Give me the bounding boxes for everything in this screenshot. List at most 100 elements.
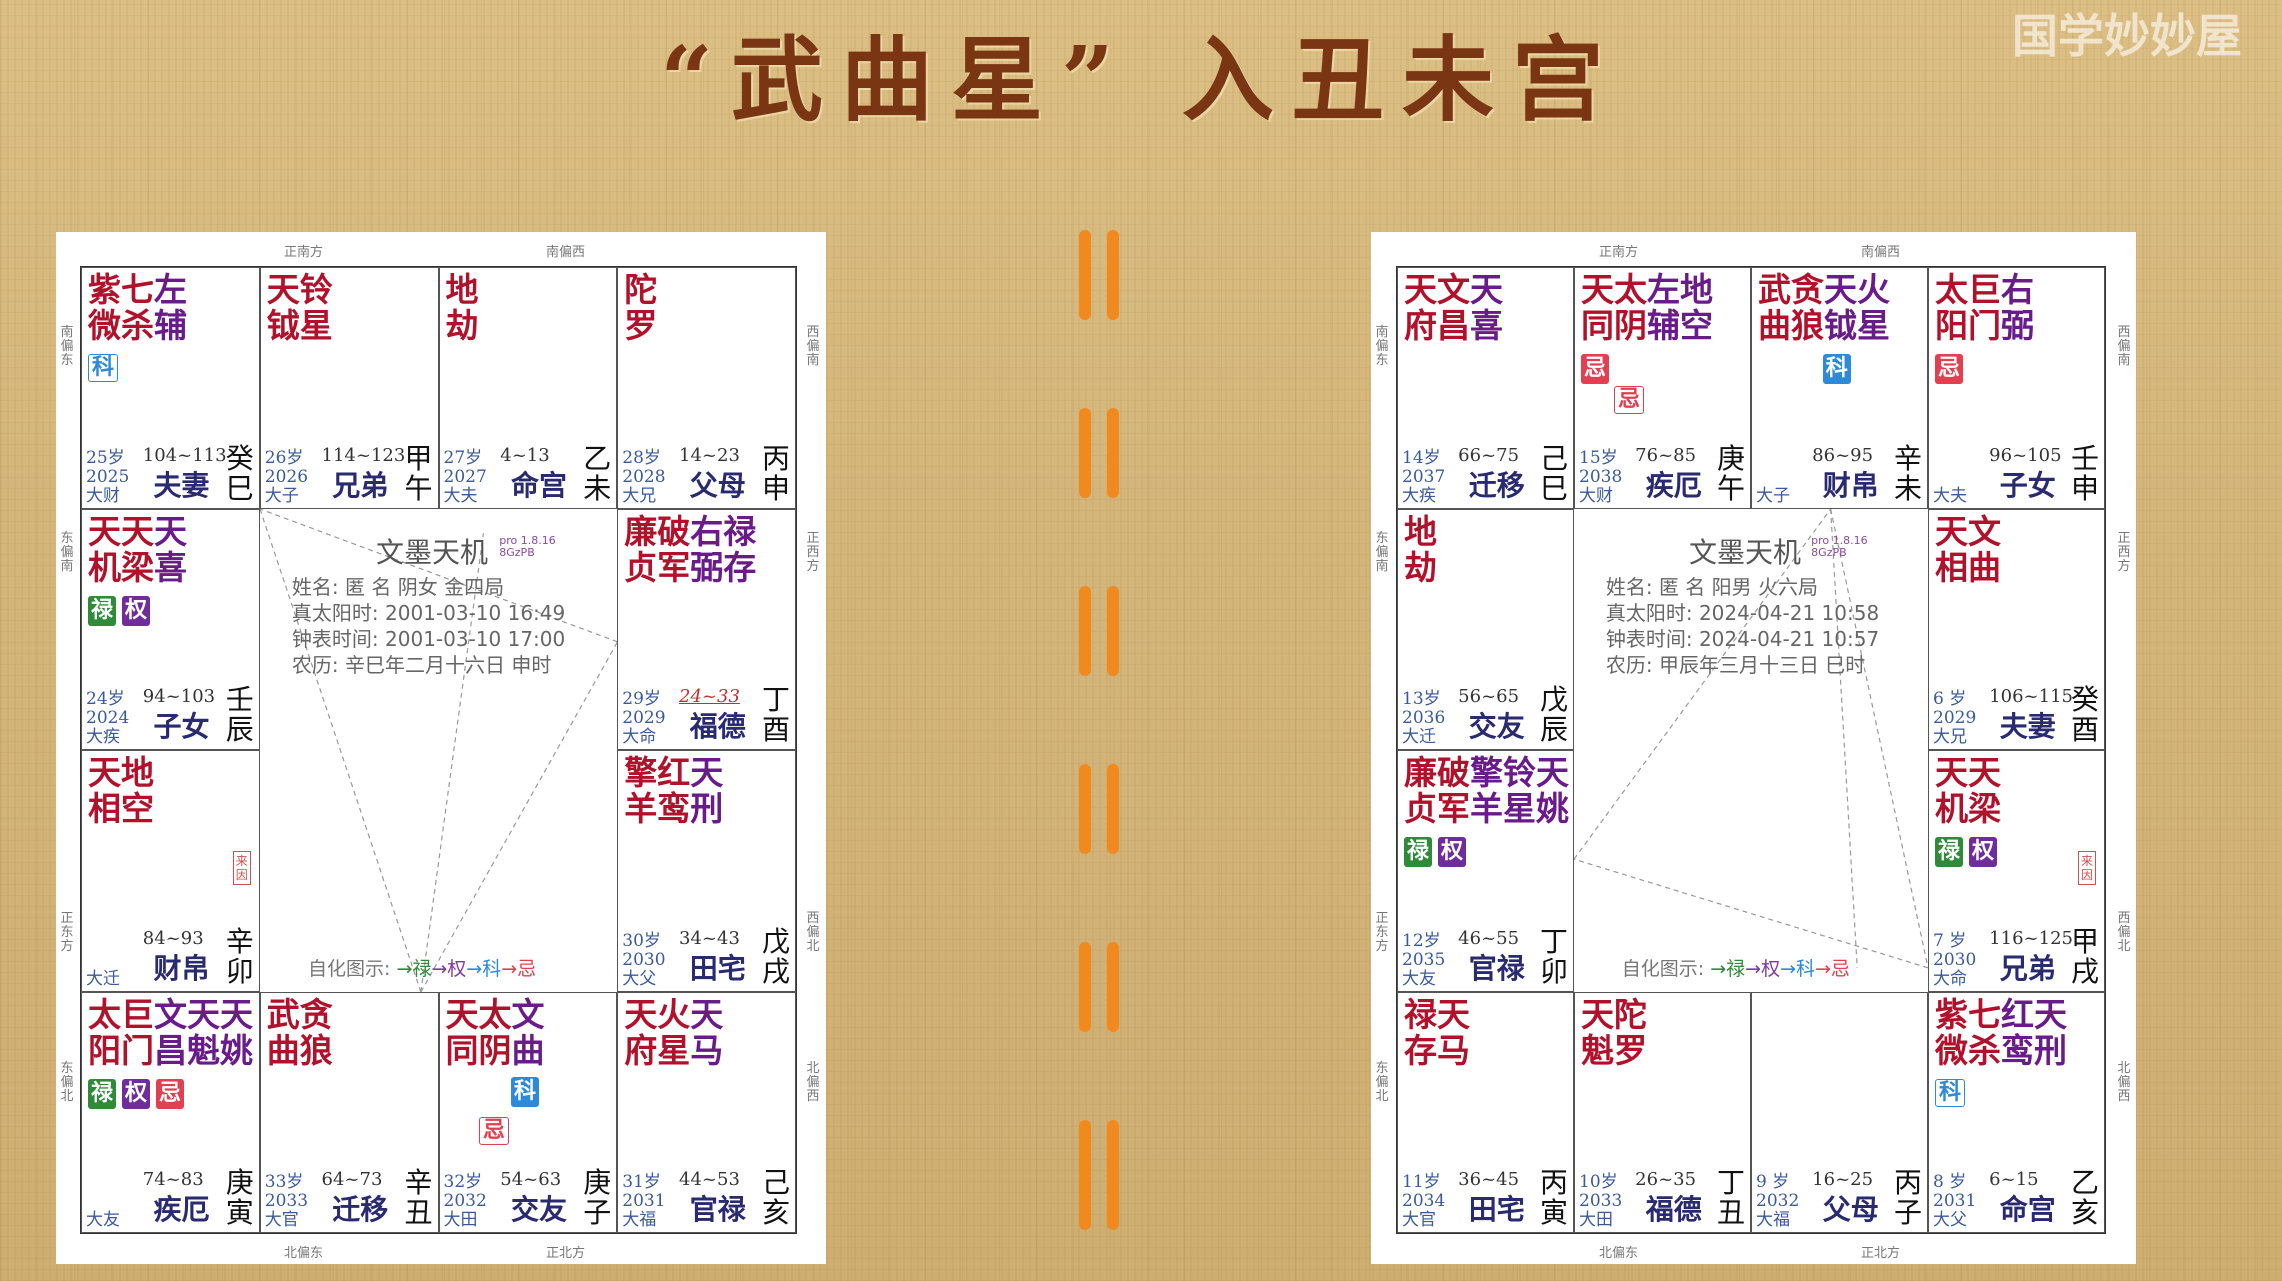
da-xian: 大官 xyxy=(1402,1210,1436,1230)
stars-row-1: 天天 xyxy=(1935,753,2001,792)
dir-left1: 南偏东 xyxy=(60,325,74,368)
palace-name: 交友 xyxy=(1468,710,1525,743)
chart-left: 正南方 南偏西 北偏东 正北方 南偏东 东偏南 正东方 东偏北 西偏南 正西方 … xyxy=(56,232,826,1264)
age-block: 27岁 2027 大夫 xyxy=(443,448,487,506)
hua-ji-badge: 忌 xyxy=(478,1116,509,1145)
da-xian: 大夫 xyxy=(1933,485,1967,506)
star-names: 天文天 府昌喜 xyxy=(1404,272,1503,344)
stars-row-2: 同阴曲 xyxy=(445,1030,545,1070)
age-range: 104~113 xyxy=(142,444,227,466)
hua-quan-badge: 权 xyxy=(122,595,151,626)
stars-row-2: 曲狼钺星 xyxy=(1758,306,1890,345)
da-xian: 大福 xyxy=(622,1210,657,1230)
dir-left2: 东偏南 xyxy=(60,531,74,574)
year: 2031 xyxy=(622,1191,666,1211)
palace-name: 疾厄 xyxy=(153,1193,210,1226)
age-range: 14~23 xyxy=(679,444,740,466)
lai-yin-badge: 来因 xyxy=(2078,851,2096,885)
di-zhi: 卯 xyxy=(225,954,254,988)
da-xian: 大疾 xyxy=(86,727,120,747)
info-name: 姓名: 匿 名 阴女 金四局 xyxy=(291,574,505,599)
gan-zhi: 壬申 xyxy=(2070,441,2100,504)
da-xian: 大父 xyxy=(622,968,657,989)
hua-lu-badge: 禄 xyxy=(88,595,117,626)
da-xian: 大夫 xyxy=(443,485,478,506)
age-block: 12岁 2035 大友 xyxy=(1402,930,1446,989)
di-zhi: 酉 xyxy=(761,713,790,746)
palace-cell: 武贪 曲狼 33岁 2033 大官 64~73 迁移辛丑 xyxy=(259,991,439,1233)
gan-zhi: 丁丑 xyxy=(1716,1168,1746,1228)
palace-name: 子女 xyxy=(1999,468,2056,502)
tian-gan: 辛 xyxy=(225,924,254,958)
tian-gan: 壬 xyxy=(225,683,254,716)
star-names: 天文 相曲 xyxy=(1935,513,2001,586)
palace-name: 兄弟 xyxy=(332,468,389,502)
palace-cell: 天太左地 同阴辅空 15岁 2038 大财 76~85 疾厄庚午 忌忌 xyxy=(1574,267,1751,509)
age-range: 26~35 xyxy=(1635,1169,1697,1190)
stars-row-2: 曲狼 xyxy=(266,1030,333,1070)
info-clock-time: 钟表时间: 2001-03-10 17:00 xyxy=(291,626,566,651)
stars-row-2: 劫 xyxy=(445,306,479,345)
stars-row-2: 贞军羊星姚 xyxy=(1404,789,1569,828)
stars-row-1: 天陀 xyxy=(1581,994,1647,1034)
age: 12岁 xyxy=(1402,930,1441,951)
gan-zhi: 丙申 xyxy=(761,441,791,504)
da-xian: 大财 xyxy=(1579,485,1613,506)
chart-center-info: 文墨天机 pro 1.8.16 8GzPB 姓名: 匿 名 阴女 金四局 真太阳时: 2… xyxy=(259,508,618,992)
age-range: 114~123 xyxy=(321,444,406,466)
gan-zhi: 乙未 xyxy=(582,443,612,504)
palace-cell: 廉破右禄 贞军弼存 29岁 2029 大命 24~33 福德丁酉 xyxy=(617,508,796,750)
di-zhi: 戌 xyxy=(2070,954,2099,988)
gan-zhi: 庚寅 xyxy=(225,1168,255,1228)
stars-row-1: 武贪 xyxy=(266,994,333,1034)
age: 13岁 xyxy=(1402,689,1441,709)
star-names: 陀罗 xyxy=(624,272,657,344)
age: 7 岁 xyxy=(1933,930,1967,951)
tian-gan: 戊 xyxy=(1539,683,1568,716)
year: 2025 xyxy=(86,466,130,487)
tian-gan: 癸 xyxy=(225,441,254,475)
triangle-line xyxy=(1830,508,1928,968)
year: 2034 xyxy=(1402,1191,1446,1211)
age-block: 26岁 2026 大子 xyxy=(265,448,308,506)
star-names: 紫七红天 微杀鸾刑 xyxy=(1935,996,2067,1069)
triangle-line xyxy=(1574,858,1928,968)
age: 31岁 xyxy=(622,1172,661,1192)
da-xian: 大迁 xyxy=(86,968,120,989)
palace-name: 疾厄 xyxy=(1645,468,1702,502)
stars-row-1: 天地 xyxy=(88,753,154,792)
star-names: 武贪天火 曲狼钺星 xyxy=(1758,272,1890,344)
star-names: 太巨文天天 阳门昌魁姚 xyxy=(88,996,253,1069)
software-version: pro 1.8.16 8GzPB xyxy=(499,533,556,559)
year: 2035 xyxy=(1402,949,1446,970)
dir-bottom1: 北偏东 xyxy=(284,1246,324,1261)
age: 14岁 xyxy=(1402,447,1441,468)
dir-left3: 正东方 xyxy=(1375,911,1389,954)
di-zhi: 子 xyxy=(1893,1196,1922,1229)
gan-zhi: 甲午 xyxy=(404,443,434,504)
age-block: 15岁 2038 大财 xyxy=(1579,448,1622,506)
age-block: 32岁 2032 大田 xyxy=(444,1173,487,1230)
stars-row-1: 廉破右禄 xyxy=(624,511,757,551)
age-block: 29岁 2029 大命 xyxy=(622,690,665,747)
da-xian: 大命 xyxy=(1933,968,1967,989)
year: 2033 xyxy=(264,1191,309,1211)
hua-ji-badge: 忌 xyxy=(1613,386,1644,414)
star-names: 天火天 府星马 xyxy=(624,996,723,1069)
age-range: 64~73 xyxy=(321,1169,383,1190)
tian-gan: 丙 xyxy=(761,441,790,475)
age-block: 28岁 2028 大兄 xyxy=(622,448,665,506)
di-zhi: 酉 xyxy=(2070,713,2099,746)
da-xian: 大父 xyxy=(1933,1210,1967,1230)
age-block: 14岁 2037 大疾 xyxy=(1402,447,1445,506)
star-names: 禄天 存马 xyxy=(1404,996,1470,1070)
tian-gan: 壬 xyxy=(2070,441,2099,475)
stars-row-2: 羊鸾刑 xyxy=(624,789,724,828)
gan-zhi: 庚子 xyxy=(582,1168,612,1228)
age-range: 36~45 xyxy=(1458,1169,1520,1190)
star-names: 太巨右 阳门弼 xyxy=(1935,272,2034,344)
tian-gan: 丙 xyxy=(1893,1166,1922,1199)
stars-row-2: 存马 xyxy=(1404,1030,1470,1070)
palace-name: 迁移 xyxy=(332,1193,389,1226)
gan-zhi: 戊辰 xyxy=(1539,685,1569,745)
